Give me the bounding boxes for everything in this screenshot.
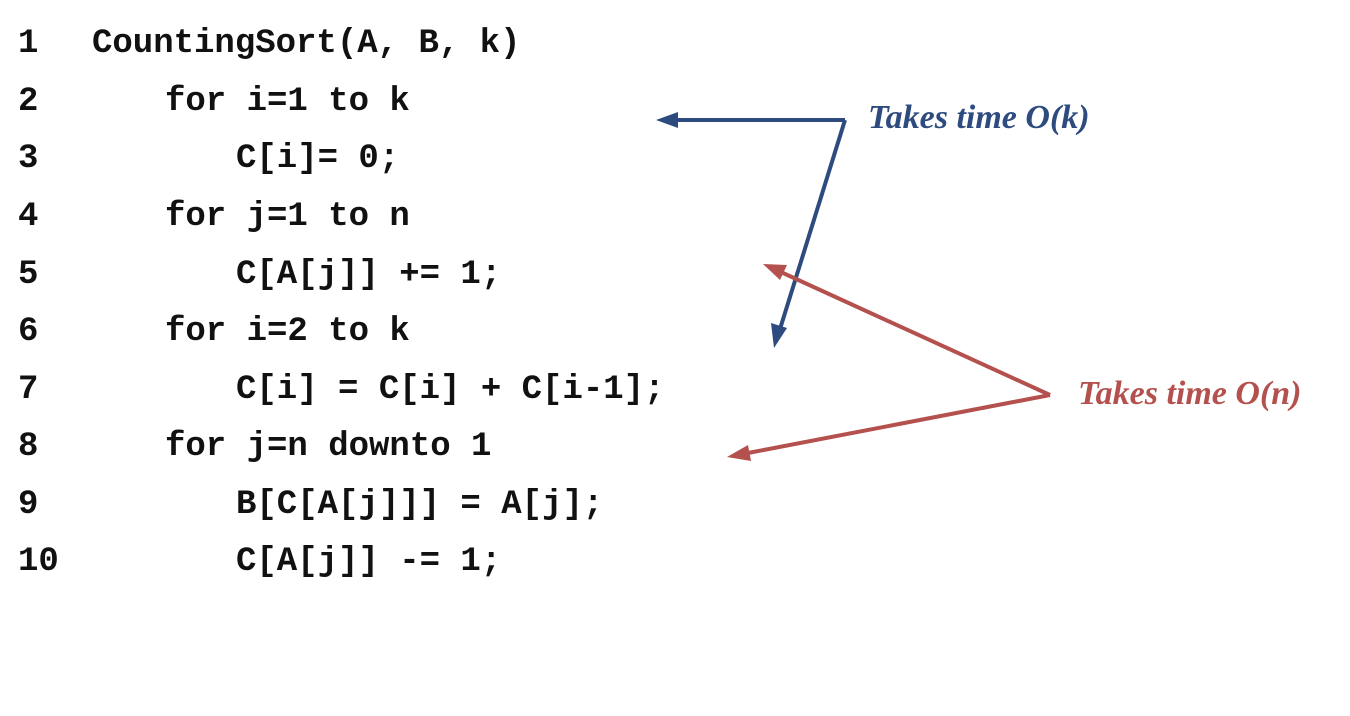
line-code: for j=1 to n <box>165 198 410 236</box>
line-number: 4 <box>18 198 39 236</box>
line-number: 2 <box>18 83 39 121</box>
line-number: 8 <box>18 428 39 466</box>
arrow-head-icon <box>727 445 751 461</box>
slide: 1 CountingSort(A, B, k) 2 for i=1 to k 3… <box>0 0 1350 596</box>
line-code: C[A[j]] -= 1; <box>236 543 502 581</box>
n-arrow-to-line-5 <box>782 271 1051 397</box>
line-code: C[i]= 0; <box>236 140 400 178</box>
arrow-head-icon <box>763 264 787 280</box>
code-line-1: 1 CountingSort(A, B, k) <box>0 22 520 66</box>
line-code: C[A[j]] += 1; <box>236 256 502 294</box>
line-code: for i=1 to k <box>165 83 410 121</box>
line-number: 7 <box>18 371 39 409</box>
code-line-9: 9 B[C[A[j]]] = A[j]; <box>0 483 603 527</box>
line-number: 10 <box>18 543 59 581</box>
annotation-time-k: Takes time O(k) <box>868 99 1090 136</box>
arrow-head-icon <box>771 323 787 348</box>
k-arrows <box>656 112 847 348</box>
code-line-10: 10 C[A[j]] -= 1; <box>0 540 501 584</box>
code-line-7: 7 C[i] = C[i] + C[i-1]; <box>0 368 664 412</box>
code-line-2: 2 for i=1 to k <box>0 80 410 124</box>
code-line-6: 6 for i=2 to k <box>0 310 410 354</box>
k-arrow-to-line-6 <box>778 119 847 330</box>
line-number: 3 <box>18 140 39 178</box>
arrow-head-icon <box>656 112 678 128</box>
code-line-3: 3 C[i]= 0; <box>0 137 399 181</box>
line-code: for j=n downto 1 <box>165 428 492 466</box>
line-number: 6 <box>18 313 39 351</box>
annotation-time-n: Takes time O(n) <box>1078 375 1302 412</box>
code-line-4: 4 for j=1 to n <box>0 195 410 239</box>
line-number: 9 <box>18 486 39 524</box>
n-arrow-to-line-8 <box>747 393 1051 455</box>
line-code: C[i] = C[i] + C[i-1]; <box>236 371 665 409</box>
line-code: B[C[A[j]]] = A[j]; <box>236 486 604 524</box>
line-code: CountingSort(A, B, k) <box>92 25 521 63</box>
code-line-5: 5 C[A[j]] += 1; <box>0 253 501 297</box>
n-arrows <box>727 264 1051 461</box>
code-line-8: 8 for j=n downto 1 <box>0 425 491 469</box>
line-number: 1 <box>18 25 39 63</box>
line-code: for i=2 to k <box>165 313 410 351</box>
line-number: 5 <box>18 256 39 294</box>
